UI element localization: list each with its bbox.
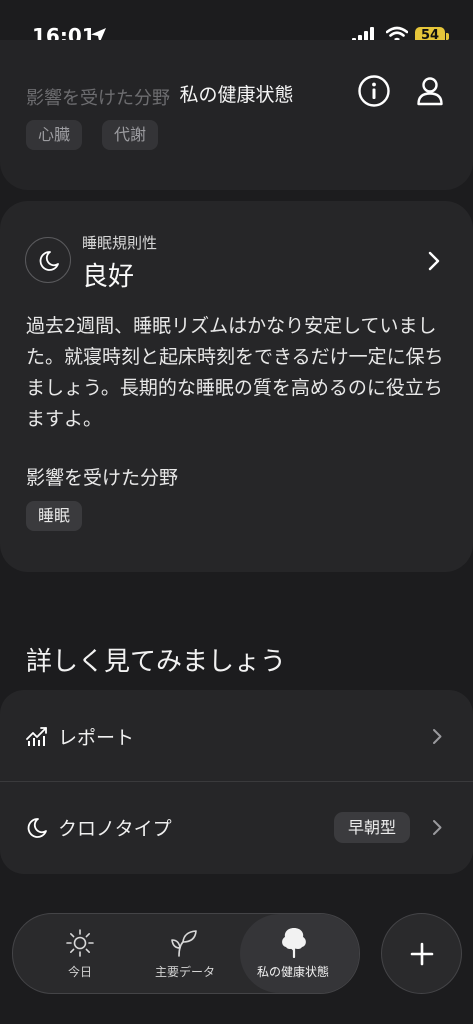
sleep-card-description: 過去2週間、睡眠リズムはかなり安定していました。就寝時刻と起床時刻をできるだけ一… [26, 315, 444, 430]
chip-metabolism: 代謝 [102, 120, 159, 150]
chip-heart: 心臓 [26, 120, 83, 150]
tab-my-health-label[interactable]: 私の健康状態 [238, 963, 348, 980]
plus-icon [410, 942, 434, 966]
report-chart-icon [26, 727, 47, 746]
sleep-card-affected-label: 影響を受けた分野 [26, 467, 179, 489]
explore-list [0, 690, 473, 874]
tab-today-label[interactable]: 今日 [25, 963, 135, 980]
chevron-right-icon[interactable] [432, 819, 442, 836]
list-divider [0, 781, 473, 782]
sprout-icon[interactable] [170, 928, 200, 958]
sleep-card-status: 良好 [82, 262, 135, 292]
section-title: 詳しく見てみましょう [26, 647, 287, 677]
page-title: 私の健康状態 [179, 84, 294, 106]
top-card[interactable] [0, 40, 473, 190]
chronotype-badge: 早朝型 [334, 812, 411, 843]
info-icon[interactable] [357, 74, 391, 108]
moon-badge [25, 237, 71, 283]
moon-icon [39, 251, 59, 271]
add-button[interactable] [381, 913, 462, 994]
report-row-label[interactable]: レポート [58, 723, 134, 750]
chevron-right-icon[interactable] [432, 728, 442, 745]
chevron-right-icon[interactable] [428, 251, 440, 271]
sleep-card-kicker: 睡眠規則性 [82, 234, 158, 252]
battery-nub [446, 33, 449, 40]
moon-icon [27, 818, 47, 838]
chip-sleep: 睡眠 [26, 501, 83, 531]
tree-icon[interactable] [279, 926, 309, 958]
tab-key-data-label[interactable]: 主要データ [130, 963, 240, 980]
chronotype-row-label[interactable]: クロノタイプ [58, 814, 172, 841]
profile-icon[interactable] [413, 74, 447, 108]
sun-icon[interactable] [65, 928, 95, 958]
